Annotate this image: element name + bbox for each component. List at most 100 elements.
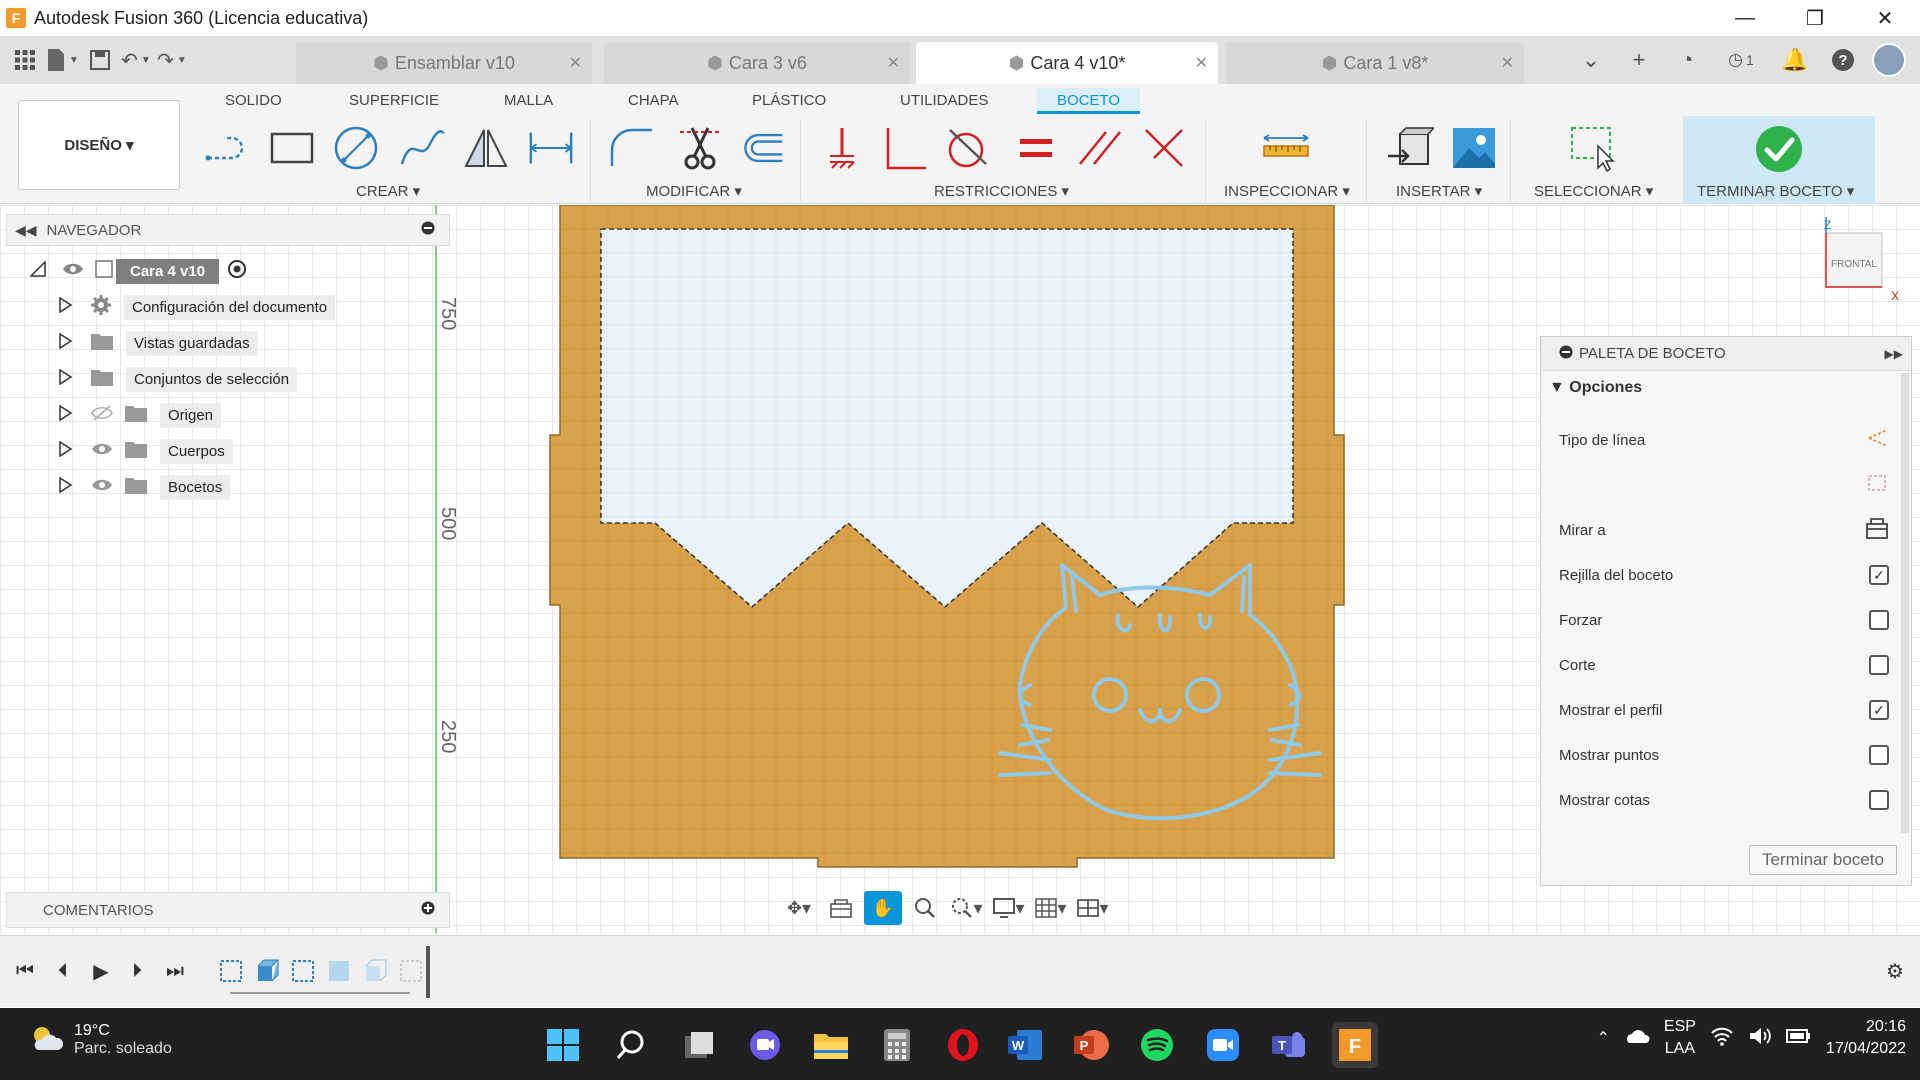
sketch-dimension-icon[interactable]: [527, 124, 575, 172]
save-icon[interactable]: [85, 42, 115, 78]
circle-tool-icon[interactable]: [332, 124, 380, 172]
tree-item-saved-views[interactable]: Vistas guardadas: [58, 328, 258, 358]
palette-minimize-icon[interactable]: [1559, 345, 1573, 363]
redo-icon[interactable]: ↷ ▼: [157, 42, 187, 78]
timeline-canvas-feature-icon[interactable]: [326, 958, 352, 988]
timeline-sketch-feature-icon[interactable]: [398, 958, 424, 988]
tab-malla[interactable]: MALLA: [504, 88, 553, 114]
chat-icon[interactable]: [742, 1022, 788, 1068]
tree-item-selection-sets[interactable]: Conjuntos de selección: [58, 364, 298, 394]
view-cube[interactable]: FRONTAL Z X: [1824, 217, 1899, 303]
options-section[interactable]: ▼ Opciones: [1549, 379, 1642, 397]
close-tab-icon[interactable]: ✕: [1195, 53, 1208, 73]
expand-triangle-icon[interactable]: [58, 296, 73, 317]
viewports-icon[interactable]: ▾: [1074, 891, 1112, 925]
timeline-previous-icon[interactable]: ⏴: [48, 956, 78, 986]
doc-tab-cara-3[interactable]: ⬢ Cara 3 v6 ✕: [604, 42, 910, 84]
file-explorer-icon[interactable]: [808, 1022, 854, 1068]
timeline-first-icon[interactable]: ⏮: [10, 956, 40, 986]
doc-tab-cara-1[interactable]: ⬢ Cara 1 v8* ✕: [1226, 42, 1524, 84]
tab-boceto[interactable]: BOCETO: [1037, 88, 1141, 114]
pan-hand-icon[interactable]: ✋: [864, 891, 902, 925]
close-tab-icon[interactable]: ✕: [1501, 53, 1514, 73]
user-avatar[interactable]: [1872, 43, 1906, 77]
snap-checkbox[interactable]: [1869, 610, 1889, 630]
undo-icon[interactable]: ↶ ▼: [121, 42, 151, 78]
insert-derive-icon[interactable]: [1386, 124, 1434, 172]
timeline-last-icon[interactable]: ⏭: [160, 956, 190, 986]
expand-triangle-icon[interactable]: [58, 404, 73, 425]
mirror-tool-icon[interactable]: [462, 124, 510, 172]
slice-checkbox[interactable]: [1869, 655, 1889, 675]
hidden-eye-icon[interactable]: [90, 405, 114, 425]
timeline-sketch-feature-icon[interactable]: [290, 958, 316, 988]
group-label-inspeccionar[interactable]: INSPECCIONAR ▾: [1224, 182, 1350, 200]
timeline-play-icon[interactable]: ▶: [86, 956, 116, 986]
spotify-icon[interactable]: [1134, 1022, 1180, 1068]
sketch-profile-window[interactable]: [600, 228, 1294, 608]
close-tab-icon[interactable]: ✕: [887, 53, 900, 73]
zoom-icon[interactable]: [906, 891, 944, 925]
input-language[interactable]: ESP LAA: [1664, 1016, 1696, 1060]
tree-item-document-settings[interactable]: Configuración del documento: [58, 292, 336, 322]
powerpoint-icon[interactable]: P: [1068, 1022, 1114, 1068]
window-select-icon[interactable]: [1568, 124, 1616, 172]
help-icon[interactable]: ?: [1824, 41, 1862, 79]
battery-icon[interactable]: [1785, 1027, 1812, 1050]
system-clock[interactable]: 20:16 17/04/2022: [1826, 1016, 1906, 1060]
fusion360-taskbar-icon[interactable]: F: [1332, 1022, 1378, 1068]
close-tab-icon[interactable]: ✕: [569, 53, 582, 73]
rectangle-tool-icon[interactable]: [268, 124, 316, 172]
workspace-dropdown[interactable]: DISEÑO ▾: [18, 100, 180, 190]
expand-triangle-icon[interactable]: [58, 440, 73, 461]
new-tab-plus-icon[interactable]: +: [1620, 41, 1658, 79]
add-comment-icon[interactable]: [421, 901, 435, 919]
expand-triangle-icon[interactable]: [58, 332, 73, 353]
show-points-checkbox[interactable]: [1869, 745, 1889, 765]
measure-ruler-icon[interactable]: [1262, 124, 1310, 172]
teams-icon[interactable]: T: [1266, 1022, 1312, 1068]
look-at-icon[interactable]: [1865, 516, 1889, 544]
visibility-eye-icon[interactable]: [90, 477, 114, 497]
orbit-icon[interactable]: ✥▾: [780, 891, 818, 925]
finish-sketch-button[interactable]: Terminar boceto: [1749, 845, 1897, 875]
timeline-body-feature-icon[interactable]: [362, 958, 388, 988]
extensions-icon[interactable]: ◔: [1668, 41, 1706, 79]
calculator-icon[interactable]: [874, 1022, 920, 1068]
file-menu-icon[interactable]: ▼: [46, 42, 79, 78]
expand-triangle-icon[interactable]: [58, 368, 73, 389]
sketch-grid-checkbox[interactable]: ✓: [1869, 565, 1889, 585]
restore-button[interactable]: ❐: [1780, 0, 1850, 36]
group-label-modificar[interactable]: MODIFICAR ▾: [646, 182, 742, 200]
doc-tab-cara-4[interactable]: ⬢ Cara 4 v10* ✕: [916, 42, 1218, 84]
show-profile-checkbox[interactable]: ✓: [1869, 700, 1889, 720]
show-hidden-icons-chevron-icon[interactable]: ⌃: [1597, 1028, 1610, 1048]
timeline-marker[interactable]: [426, 946, 430, 998]
group-label-seleccionar[interactable]: SELECCIONAR ▾: [1534, 182, 1653, 200]
tab-superficie[interactable]: SUPERFICIE: [349, 88, 439, 114]
construction-line-icon[interactable]: [1865, 426, 1889, 454]
group-label-restricciones[interactable]: RESTRICCIONES ▾: [934, 182, 1069, 200]
palette-expand-icon[interactable]: ▶▶: [1885, 347, 1903, 361]
tab-utilidades[interactable]: UTILIDADES: [900, 88, 988, 114]
tab-chapa[interactable]: CHAPA: [628, 88, 679, 114]
centerline-icon[interactable]: [1865, 471, 1889, 499]
doc-tab-ensamblar[interactable]: ⬢ Ensamblar v10 ✕: [296, 42, 592, 84]
parallel-constraint-icon[interactable]: [1076, 124, 1124, 172]
visibility-eye-icon[interactable]: [90, 441, 114, 461]
search-icon[interactable]: [608, 1022, 654, 1068]
navigator-options-icon[interactable]: [421, 221, 435, 239]
group-label-terminar-boceto[interactable]: TERMINAR BOCETO ▾: [1697, 182, 1854, 200]
minimize-button[interactable]: —: [1710, 0, 1780, 36]
tab-list-chevron-icon[interactable]: ⌄: [1572, 41, 1610, 79]
tab-plastico[interactable]: PLÁSTICO: [752, 88, 826, 114]
tab-solido[interactable]: SOLIDO: [225, 88, 282, 114]
timeline-sketch-feature-icon[interactable]: [218, 958, 244, 988]
finish-sketch-check-icon[interactable]: [1754, 124, 1804, 174]
tangent-constraint-icon[interactable]: [944, 124, 992, 172]
data-panel-grid-icon[interactable]: [10, 42, 40, 78]
perpendicular-constraint-icon[interactable]: [880, 124, 928, 172]
group-label-insertar[interactable]: INSERTAR ▾: [1396, 182, 1482, 200]
offset-tool-icon[interactable]: [738, 124, 786, 172]
volume-icon[interactable]: [1748, 1026, 1772, 1051]
